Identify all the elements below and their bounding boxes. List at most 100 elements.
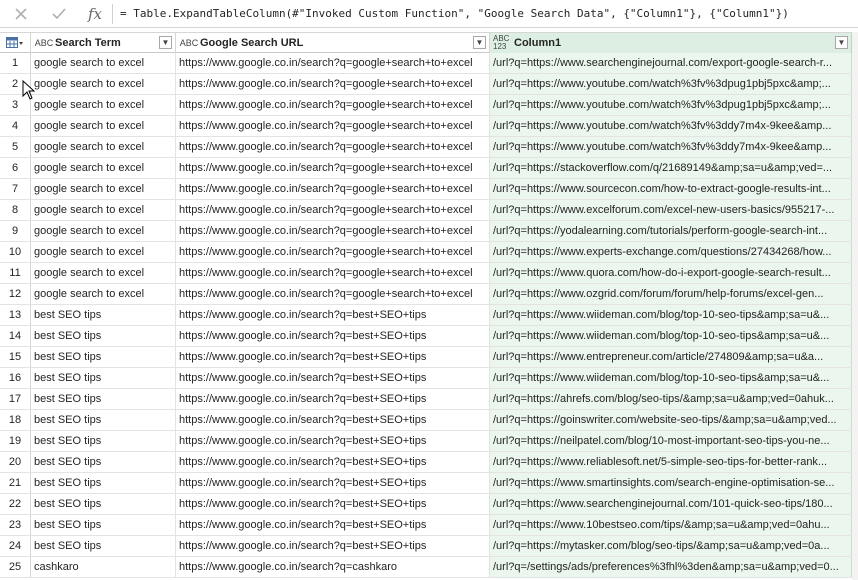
cell-column1[interactable]: /url?q=https://ahrefs.com/blog/seo-tips/… [490,389,852,409]
cell-google-search-url[interactable]: https://www.google.co.in/search?q=best+S… [176,431,490,451]
cell-google-search-url[interactable]: https://www.google.co.in/search?q=best+S… [176,326,490,346]
row-number[interactable]: 19 [0,431,31,451]
cell-column1[interactable]: /url?q=https://www.experts-exchange.com/… [490,242,852,262]
cell-column1[interactable]: /url?q=https://www.entrepreneur.com/arti… [490,347,852,367]
cell-column1[interactable]: /url?q=https://yodalearning.com/tutorial… [490,221,852,241]
row-number[interactable]: 14 [0,326,31,346]
cell-search-term[interactable]: google search to excel [31,116,176,136]
row-number[interactable]: 24 [0,536,31,556]
row-number[interactable]: 7 [0,179,31,199]
cell-column1[interactable]: /url?q=https://www.wiideman.com/blog/top… [490,305,852,325]
row-number[interactable]: 23 [0,515,31,535]
cell-google-search-url[interactable]: https://www.google.co.in/search?q=google… [176,179,490,199]
cell-column1[interactable]: /url?q=https://www.wiideman.com/blog/top… [490,368,852,388]
row-number[interactable]: 17 [0,389,31,409]
cell-search-term[interactable]: google search to excel [31,221,176,241]
table-row[interactable]: 25 cashkaro https://www.google.co.in/searc… [0,557,852,578]
row-number[interactable]: 4 [0,116,31,136]
cell-column1[interactable]: /url?q=/settings/ads/preferences%3fhl%3d… [490,557,852,577]
row-number[interactable]: 1 [0,53,31,73]
cell-search-term[interactable]: google search to excel [31,137,176,157]
row-number[interactable]: 11 [0,263,31,283]
table-row[interactable]: 16 best SEO tips https://www.google.co.in/… [0,368,852,389]
cell-column1[interactable]: /url?q=https://stackoverflow.com/q/21689… [490,158,852,178]
filter-dropdown-icon[interactable]: ▼ [159,36,172,49]
table-row[interactable]: 8 google search to excel https://www.googl… [0,200,852,221]
row-number[interactable]: 16 [0,368,31,388]
cell-column1[interactable]: /url?q=https://www.searchenginejournal.c… [490,494,852,514]
fx-icon[interactable]: fx [80,2,110,26]
cell-google-search-url[interactable]: https://www.google.co.in/search?q=best+S… [176,494,490,514]
table-row[interactable]: 24 best SEO tips https://www.google.co.in/… [0,536,852,557]
row-number[interactable]: 18 [0,410,31,430]
cell-google-search-url[interactable]: https://www.google.co.in/search?q=best+S… [176,305,490,325]
cell-search-term[interactable]: google search to excel [31,158,176,178]
text-type-icon[interactable]: ABC [179,38,199,48]
row-number[interactable]: 13 [0,305,31,325]
cell-column1[interactable]: /url?q=https://www.10bestseo.com/tips/&a… [490,515,852,535]
table-row[interactable]: 7 google search to excel https://www.googl… [0,179,852,200]
cell-google-search-url[interactable]: https://www.google.co.in/search?q=best+S… [176,347,490,367]
cell-search-term[interactable]: best SEO tips [31,347,176,367]
text-type-icon[interactable]: ABC [34,38,54,48]
cell-search-term[interactable]: google search to excel [31,200,176,220]
cell-google-search-url[interactable]: https://www.google.co.in/search?q=google… [176,263,490,283]
table-row[interactable]: 10 google search to excel https://www.goog… [0,242,852,263]
cell-search-term[interactable]: google search to excel [31,179,176,199]
cell-search-term[interactable]: best SEO tips [31,536,176,556]
row-number[interactable]: 2 [0,74,31,94]
cell-column1[interactable]: /url?q=https://www.youtube.com/watch%3fv… [490,137,852,157]
cell-search-term[interactable]: google search to excel [31,263,176,283]
cell-column1[interactable]: /url?q=https://www.sourcecon.com/how-to-… [490,179,852,199]
column-header-google-search-url[interactable]: ABC Google Search URL ▼ [176,33,490,53]
filter-dropdown-icon[interactable]: ▼ [473,36,486,49]
cell-search-term[interactable]: best SEO tips [31,452,176,472]
table-row[interactable]: 21 best SEO tips https://www.google.co.in/… [0,473,852,494]
cell-google-search-url[interactable]: https://www.google.co.in/search?q=best+S… [176,515,490,535]
row-number[interactable]: 12 [0,284,31,304]
table-row[interactable]: 3 google search to excel https://www.googl… [0,95,852,116]
row-number[interactable]: 3 [0,95,31,115]
row-number[interactable]: 22 [0,494,31,514]
cell-column1[interactable]: /url?q=https://mytasker.com/blog/seo-tip… [490,536,852,556]
row-number[interactable]: 9 [0,221,31,241]
cell-search-term[interactable]: best SEO tips [31,515,176,535]
cell-column1[interactable]: /url?q=https://www.quora.com/how-do-i-ex… [490,263,852,283]
table-row[interactable]: 6 google search to excel https://www.googl… [0,158,852,179]
cell-column1[interactable]: /url?q=https://goinswriter.com/website-s… [490,410,852,430]
table-row[interactable]: 20 best SEO tips https://www.google.co.in/… [0,452,852,473]
cell-search-term[interactable]: best SEO tips [31,368,176,388]
cell-google-search-url[interactable]: https://www.google.co.in/search?q=google… [176,284,490,304]
cell-google-search-url[interactable]: https://www.google.co.in/search?q=best+S… [176,389,490,409]
cell-column1[interactable]: /url?q=https://www.youtube.com/watch%3fv… [490,95,852,115]
table-row[interactable]: 23 best SEO tips https://www.google.co.in/… [0,515,852,536]
cell-column1[interactable]: /url?q=https://www.smartinsights.com/sea… [490,473,852,493]
table-row[interactable]: 1 google search to excel https://www.googl… [0,53,852,74]
cell-search-term[interactable]: google search to excel [31,284,176,304]
cell-search-term[interactable]: best SEO tips [31,473,176,493]
cell-google-search-url[interactable]: https://www.google.co.in/search?q=google… [176,74,490,94]
cell-column1[interactable]: /url?q=https://www.searchenginejournal.c… [490,53,852,73]
row-number[interactable]: 15 [0,347,31,367]
cell-column1[interactable]: /url?q=https://www.wiideman.com/blog/top… [490,326,852,346]
cell-search-term[interactable]: best SEO tips [31,326,176,346]
cell-google-search-url[interactable]: https://www.google.co.in/search?q=cashka… [176,557,490,577]
row-number[interactable]: 5 [0,137,31,157]
vertical-scrollbar[interactable] [852,32,858,580]
filter-dropdown-icon[interactable]: ▼ [835,36,848,49]
cell-search-term[interactable]: best SEO tips [31,305,176,325]
check-icon[interactable] [44,2,74,26]
row-number[interactable]: 25 [0,557,31,577]
column-header-column1[interactable]: ABC 123 Column1 ▼ [490,33,852,53]
cell-search-term[interactable]: google search to excel [31,74,176,94]
cell-search-term[interactable]: best SEO tips [31,389,176,409]
cell-column1[interactable]: /url?q=https://www.youtube.com/watch%3fv… [490,74,852,94]
row-number[interactable]: 10 [0,242,31,262]
cell-google-search-url[interactable]: https://www.google.co.in/search?q=google… [176,200,490,220]
cell-google-search-url[interactable]: https://www.google.co.in/search?q=best+S… [176,536,490,556]
column-header-search-term[interactable]: ABC Search Term ▼ [31,33,176,53]
row-number[interactable]: 8 [0,200,31,220]
any-type-icon[interactable]: ABC 123 [493,35,513,51]
cell-search-term[interactable]: cashkaro [31,557,176,577]
table-row[interactable]: 22 best SEO tips https://www.google.co.in/… [0,494,852,515]
